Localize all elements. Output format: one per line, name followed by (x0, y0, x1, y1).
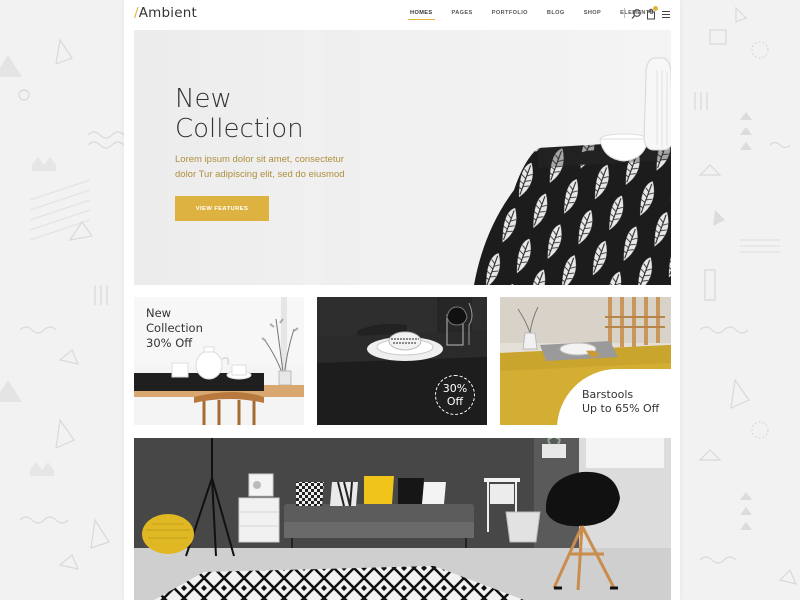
promo-1-line-2: Collection (146, 321, 203, 335)
hero-title-line-2: Collection (175, 114, 304, 144)
site-logo[interactable]: /Ambient (134, 5, 197, 21)
header-divider (624, 8, 625, 18)
promo-3-label: Barstools Up to 65% Off (582, 388, 659, 416)
promo-card-barstools[interactable]: Barstools Up to 65% Off (500, 297, 671, 425)
nav-pages[interactable]: PAGES (452, 10, 473, 16)
promo-1-label: New Collection 30% Off (146, 306, 203, 351)
hero-text-line-2: dolor Tur adipiscing elit, sed do eiusmo… (175, 169, 345, 180)
search-icon[interactable] (631, 7, 642, 19)
living-room-image (134, 438, 671, 600)
logo-text: Ambient (138, 5, 198, 21)
view-features-button[interactable]: VIEW FEATURES (175, 196, 269, 221)
menu-icon[interactable] (661, 7, 672, 19)
promo-1-line-1: New (146, 306, 172, 320)
promo-1-line-3: 30% Off (146, 336, 193, 350)
nav-homes[interactable]: HOMES (408, 10, 434, 20)
cart-count-badge (653, 6, 658, 11)
promo-card-dinnerware[interactable]: 30% Off (317, 297, 487, 425)
badge-line-1: 30% (442, 382, 468, 395)
promo-3-line-1: Barstools (582, 388, 634, 401)
hero-banner: New Collection Lorem ipsum dolor sit ame… (134, 30, 671, 285)
hero-text-line-1: Lorem ipsum dolor sit amet, consectetur (175, 154, 344, 165)
cart-icon[interactable] (646, 6, 658, 20)
badge-line-2: Off (446, 395, 464, 408)
hero-title-line-1: New (175, 84, 232, 114)
nav-blog[interactable]: BLOG (547, 10, 565, 16)
hero-image (324, 30, 671, 285)
hero-title: New Collection (175, 84, 335, 144)
discount-badge: 30% Off (435, 375, 475, 415)
page-container: /Ambient HOMES PAGES PORTFOLIO BLOG SHOP… (124, 0, 680, 600)
site-header: /Ambient HOMES PAGES PORTFOLIO BLOG SHOP… (124, 0, 680, 28)
nav-shop[interactable]: SHOP (584, 10, 601, 16)
promo-3-line-2: Up to 65% Off (582, 402, 660, 415)
nav-portfolio[interactable]: PORTFOLIO (492, 10, 528, 16)
hero-description: Lorem ipsum dolor sit amet, consectetur … (175, 152, 365, 182)
promo-card-new-collection[interactable]: New Collection 30% Off (134, 297, 304, 425)
living-room-banner[interactable] (134, 438, 671, 600)
